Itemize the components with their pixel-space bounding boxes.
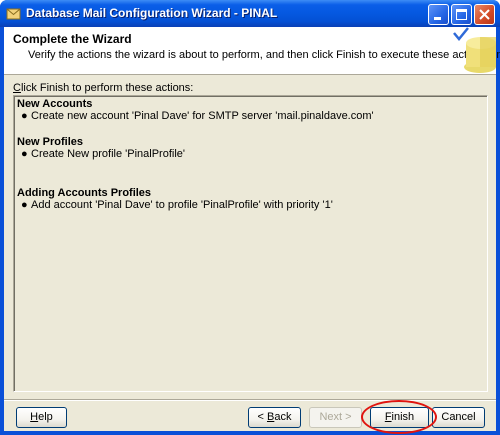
wizard-client: Complete the Wizard Verify the actions t… [4,27,500,434]
minimize-icon [434,17,441,20]
list-item: ● Create New profile 'PinalProfile' [17,148,484,161]
list-item: ● Add account 'Pinal Dave' to profile 'Pi… [17,199,484,212]
item-text: Create new account 'Pinal Dave' for SMTP… [31,110,374,122]
wizard-header: Complete the Wizard Verify the actions t… [4,27,500,75]
help-rest: elp [38,411,53,423]
back-button[interactable]: < Back [248,407,301,428]
database-mail-icon [6,8,21,20]
section-title: New Accounts [17,98,93,110]
section-new-accounts: New Accounts ● Create new account 'Pinal … [17,98,484,123]
section-adding-accounts-profiles: Adding Accounts Profiles ● Add account 'P… [17,187,484,212]
bullet-icon: ● [21,110,28,122]
window-title: Database Mail Configuration Wizard - PIN… [26,6,278,20]
cancel-button[interactable]: Cancel [432,407,485,428]
footer-divider [4,399,496,401]
bullet-icon: ● [21,199,28,211]
back-rest: ack [274,411,292,423]
close-button[interactable] [474,4,495,25]
wizard-window: Database Mail Configuration Wizard - PIN… [0,0,500,435]
instruction-accel: C [13,82,21,94]
actions-report[interactable]: New Accounts ● Create new account 'Pinal … [13,95,488,392]
finish-button[interactable]: Finish [370,407,429,428]
section-new-profiles: New Profiles ● Create New profile 'PinalP… [17,136,484,161]
help-button[interactable]: Help [16,407,67,428]
close-icon [479,9,490,20]
instruction-rest: lick Finish to perform these actions: [20,82,194,94]
back-prefix: < [257,411,267,423]
next-button[interactable]: Next > [309,407,362,428]
section-title: New Profiles [17,136,84,148]
item-text: Create New profile 'PinalProfile' [31,148,185,160]
page-title: Complete the Wizard [13,32,132,46]
finish-rest: inish [391,411,415,423]
section-title: Adding Accounts Profiles [17,187,152,199]
maximize-button[interactable] [451,4,472,25]
title-bar[interactable]: Database Mail Configuration Wizard - PIN… [0,0,500,27]
wizard-header-art-icon [453,27,496,73]
help-accel: H [30,411,39,423]
finish-accel: F [384,411,392,423]
page-subtitle: Verify the actions the wizard is about t… [28,49,500,61]
instruction-label: Click Finish to perform these actions: [13,82,193,94]
minimize-button[interactable] [428,4,449,25]
bullet-icon: ● [21,148,28,160]
item-text: Add account 'Pinal Dave' to profile 'Pin… [31,199,333,211]
list-item: ● Create new account 'Pinal Dave' for SMT… [17,110,484,123]
maximize-icon [456,9,467,20]
